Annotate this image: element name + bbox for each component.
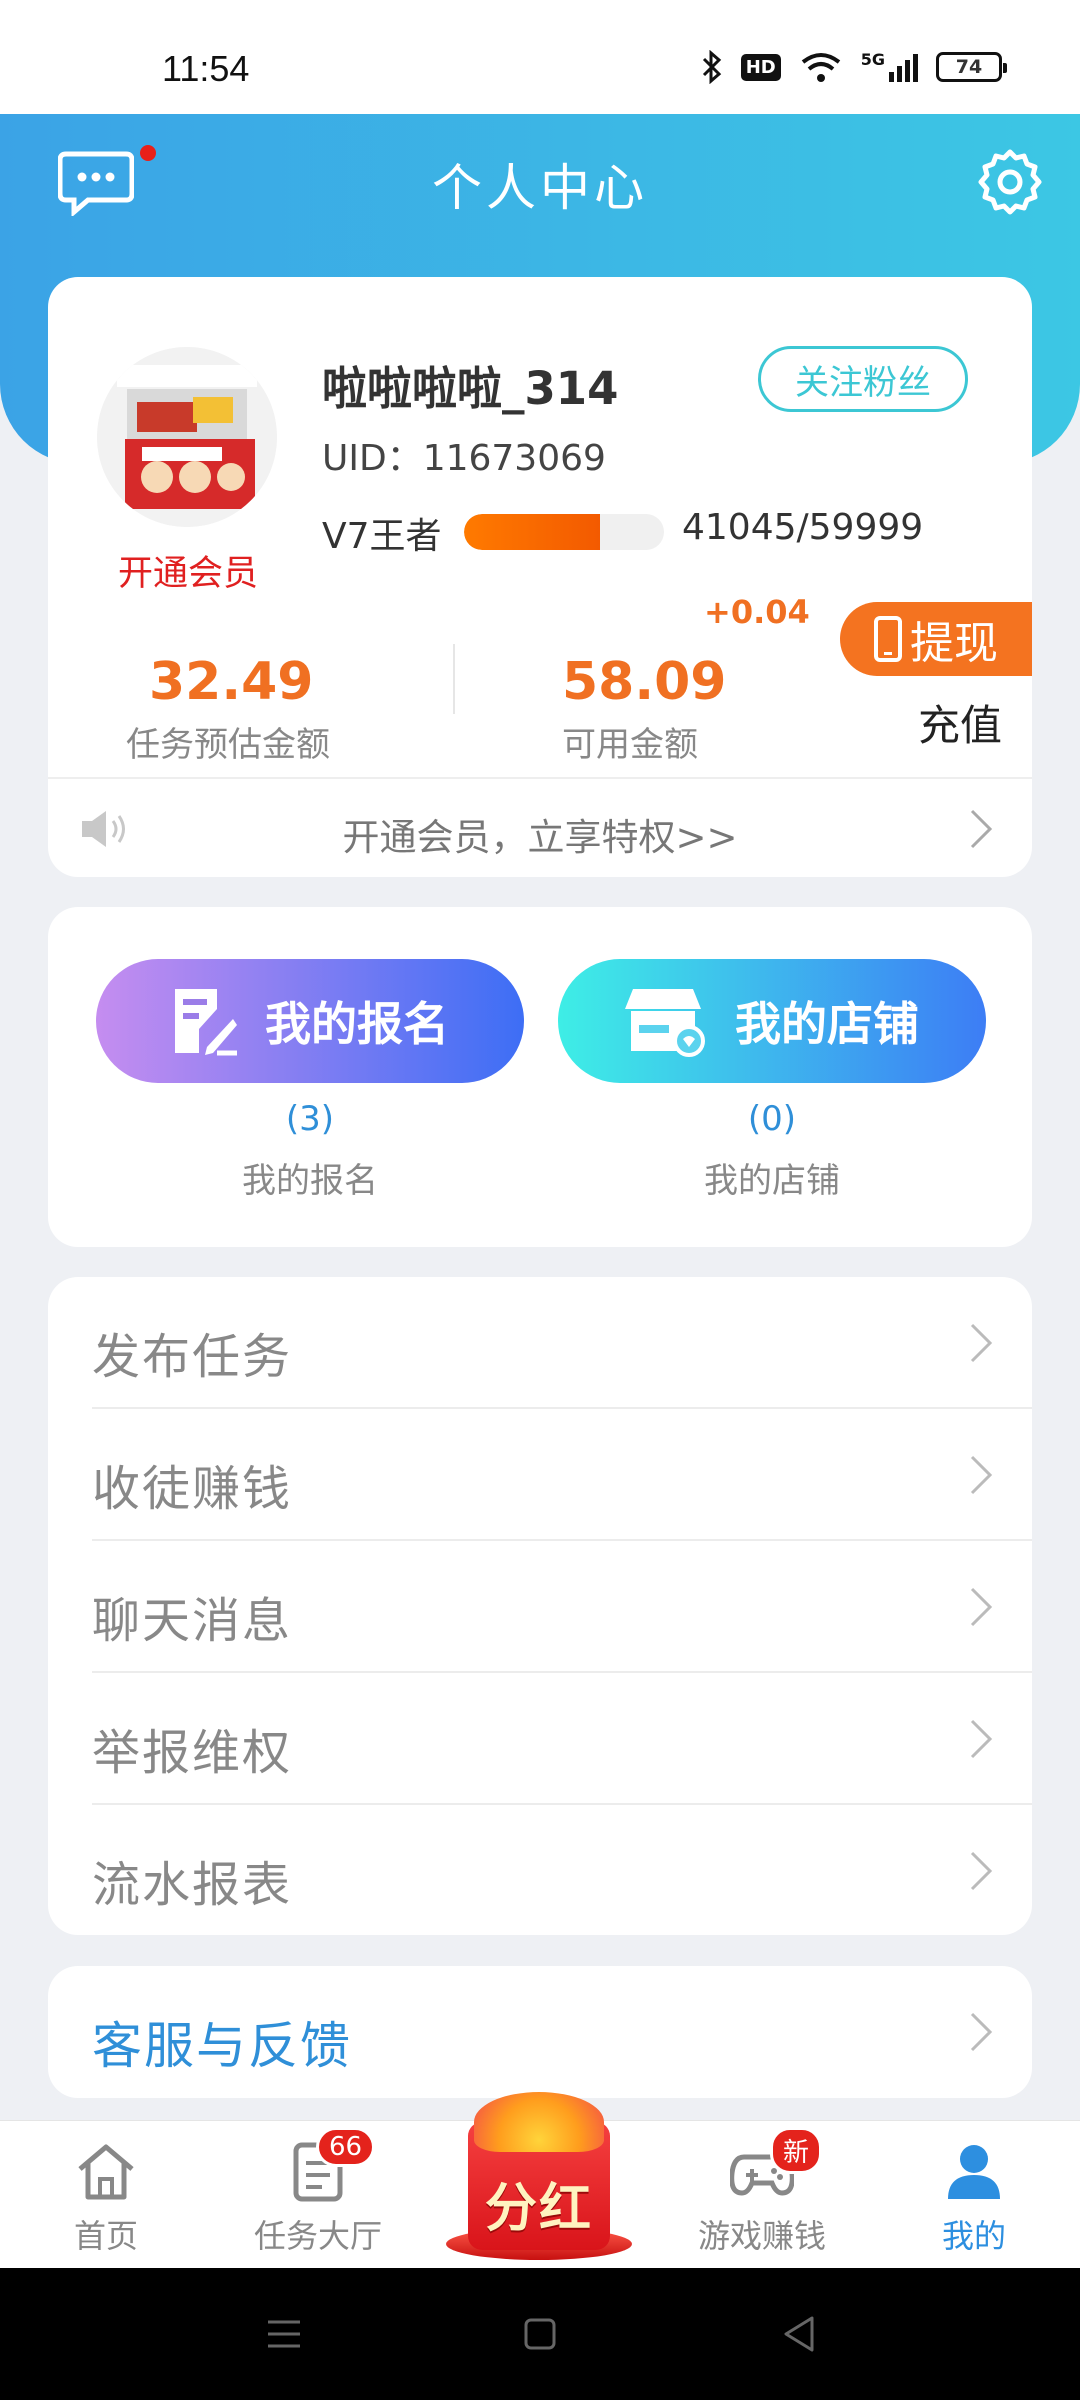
home-icon [78, 2144, 134, 2200]
my-signup-button[interactable]: 我的报名 [96, 959, 524, 1083]
battery-icon: 74 [936, 52, 1007, 82]
menu-item-report[interactable]: 举报维权 [92, 1673, 1032, 1805]
menu-item-label: 流水报表 [92, 1857, 293, 1913]
wifi-icon [801, 53, 840, 82]
menu-item-statements[interactable]: 流水报表 [92, 1805, 1032, 1937]
store-count: (0) [747, 1099, 797, 1139]
hd-icon: HD [740, 53, 781, 81]
nav-home[interactable]: 首页 [16, 2139, 196, 2257]
withdraw-button[interactable]: 提现 [840, 602, 1032, 676]
phone-icon [874, 616, 902, 662]
menu-item-label: 举报维权 [92, 1725, 293, 1781]
open-vip-link[interactable]: 开通会员 [98, 545, 278, 596]
vip-notice-text: 开通会员，立享特权>> [342, 816, 738, 859]
nav-home-label: 首页 [73, 2217, 138, 2255]
my-store-button[interactable]: 我的店铺 [558, 959, 986, 1083]
stat-divider [453, 644, 455, 714]
available-amount-label: 可用金额 [562, 725, 698, 765]
available-delta: +0.04 [704, 593, 810, 631]
shortcut-card: 我的报名 (3) 我的报名 我的店铺 (0) 我的店铺 [48, 907, 1032, 1247]
signal-icon: 5G [861, 50, 918, 84]
chevron-right-icon [970, 2012, 993, 2052]
page-title: 个人中心 [432, 159, 648, 217]
menu-icon[interactable] [262, 2312, 306, 2356]
chevron-right-icon [970, 1719, 993, 1759]
dividend-button[interactable]: 分红 [446, 2078, 632, 2268]
nav-task-hall[interactable]: 任务大厅 66 [228, 2127, 408, 2257]
menu-item-chat-messages[interactable]: 聊天消息 [92, 1541, 1032, 1673]
follow-fans-button[interactable]: 关注粉丝 [758, 346, 968, 412]
signup-label: 我的报名 [242, 1161, 378, 1201]
avatar[interactable] [97, 347, 277, 527]
status-time: 11:54 [162, 48, 250, 89]
gear-icon[interactable] [976, 148, 1044, 216]
my-signup-button-label: 我的报名 [265, 997, 449, 1051]
nav-mine-label: 我的 [941, 2217, 1006, 2255]
back-icon[interactable] [778, 2312, 822, 2356]
user-id: UID：11673069 [322, 438, 606, 479]
signup-count: (3) [285, 1099, 335, 1139]
bluetooth-icon [702, 50, 721, 84]
home-square-icon[interactable] [518, 2312, 562, 2356]
store-icon [625, 989, 705, 1057]
menu-item-label: 收徒赚钱 [92, 1461, 293, 1517]
menu-item-recruit-earn[interactable]: 收徒赚钱 [92, 1409, 1032, 1541]
available-amount: 58.09 [562, 652, 727, 712]
chevron-right-icon [970, 1323, 993, 1363]
vip-notice-bar[interactable]: 开通会员，立享特权>> [48, 777, 1032, 877]
chevron-right-icon [970, 1587, 993, 1627]
menu-item-publish-task[interactable]: 发布任务 [92, 1277, 1032, 1409]
network-type: 5G [860, 50, 885, 69]
level-progress-bar [464, 514, 664, 550]
edit-note-icon [175, 989, 237, 1056]
level-label: V7王者 [322, 516, 442, 557]
username: 啦啦啦啦_314 [322, 362, 619, 415]
estimated-amount: 32.49 [149, 652, 314, 712]
profile-card: 开通会员 啦啦啦啦_314 关注粉丝 UID：11673069 V7王者 410… [48, 277, 1032, 877]
store-label: 我的店铺 [704, 1161, 840, 1201]
menu-list: 发布任务 收徒赚钱 聊天消息 举报维权 流水报表 [48, 1277, 1032, 1935]
recharge-link[interactable]: 充值 [918, 692, 1002, 753]
level-progress-text: 41045/59999 [682, 507, 924, 548]
status-bar: 11:54 HD 5G 74 [0, 0, 1080, 114]
person-icon [948, 2145, 1000, 2199]
level-progress-fill [464, 514, 600, 550]
nav-game-earn[interactable]: 游戏赚钱 新 [672, 2127, 852, 2257]
task-count-badge: 66 [316, 2127, 376, 2167]
new-badge: 新 [770, 2127, 823, 2174]
system-nav-bar [0, 2268, 1080, 2400]
chevron-right-icon [970, 809, 993, 849]
my-store-button-label: 我的店铺 [735, 997, 919, 1051]
chevron-right-icon [970, 1455, 993, 1495]
chevron-right-icon [970, 1851, 993, 1891]
nav-game-earn-label: 游戏赚钱 [697, 2217, 826, 2255]
gold-coins-icon [474, 2092, 604, 2152]
withdraw-label: 提现 [910, 618, 998, 669]
menu-item-label: 聊天消息 [92, 1593, 293, 1649]
menu-item-label: 发布任务 [92, 1329, 293, 1385]
dividend-label: 分红 [484, 2179, 593, 2239]
status-icons: HD 5G 74 [701, 50, 1007, 84]
estimated-amount-label: 任务预估金额 [126, 725, 330, 765]
feedback-label: 客服与反馈 [92, 2017, 352, 2075]
nav-mine[interactable]: 我的 [884, 2139, 1064, 2257]
nav-task-hall-label: 任务大厅 [253, 2217, 382, 2255]
